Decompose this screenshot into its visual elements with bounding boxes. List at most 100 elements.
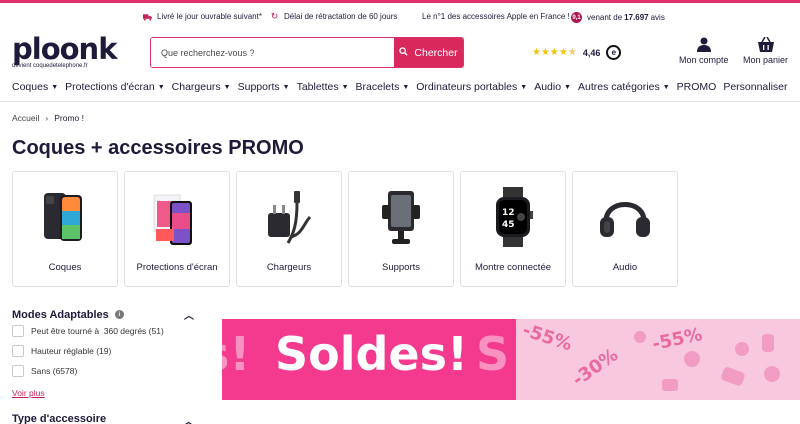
screen-protector-icon bbox=[142, 178, 212, 256]
banner-decoration-icon bbox=[634, 331, 780, 391]
category-label: Audio bbox=[612, 262, 638, 273]
checkbox[interactable] bbox=[12, 365, 24, 377]
nav-label: Personnaliser bbox=[723, 81, 788, 93]
nav-label: Bracelets bbox=[355, 81, 400, 93]
promo-delivery: Livré le jour ouvrable suivant* bbox=[143, 12, 262, 21]
category-tile-supports[interactable]: Supports bbox=[348, 171, 454, 287]
nav-label: Audio bbox=[534, 81, 562, 93]
smartwatch-icon: 12 45 bbox=[478, 178, 548, 256]
chevron-up-icon[interactable]: ︿ bbox=[184, 307, 194, 322]
breadcrumb-chevron-icon: › bbox=[45, 113, 49, 123]
svg-text:45: 45 bbox=[502, 220, 515, 230]
nav-item-bracelets[interactable]: Bracelets ▼ bbox=[356, 81, 410, 93]
chevron-down-icon: ▼ bbox=[520, 83, 528, 91]
page-title: Coques + accessoires PROMO bbox=[12, 137, 304, 159]
charger-icon bbox=[254, 178, 324, 256]
nav-item-personnaliser[interactable]: Personnaliser bbox=[723, 81, 787, 93]
checkbox[interactable] bbox=[12, 345, 24, 357]
nav-label: Autres catégories bbox=[577, 81, 660, 93]
cart-label: Mon panier bbox=[743, 55, 789, 65]
search-bar: Chercher bbox=[150, 37, 464, 68]
filter-option[interactable]: Peut être tourné à 360 degrés (51) bbox=[12, 325, 164, 337]
category-tile-chargeurs[interactable]: Chargeurs bbox=[236, 171, 342, 287]
nav-label: Protections d'écran bbox=[65, 81, 155, 93]
search-icon bbox=[399, 46, 408, 59]
search-input[interactable] bbox=[151, 38, 394, 67]
sale-banner[interactable]: s! Soldes! S -55% -30% -55% bbox=[222, 319, 800, 400]
category-label: Supports bbox=[381, 262, 421, 273]
rating-value: 4,46 bbox=[582, 47, 601, 58]
filter-option-label: Sans (6578) bbox=[31, 366, 78, 376]
nav-item-ordinateurs[interactable]: Ordinateurs portables ▼ bbox=[416, 81, 527, 93]
refresh-icon: ↻ bbox=[270, 11, 279, 21]
banner-ghost-letter: S bbox=[476, 327, 510, 381]
nav-item-promo[interactable]: PROMO bbox=[677, 81, 717, 93]
chevron-down-icon: ▼ bbox=[282, 83, 290, 91]
search-button-label: Chercher bbox=[414, 46, 458, 59]
nav-label: Ordinateurs portables bbox=[416, 81, 518, 93]
chevron-down-icon: ▼ bbox=[157, 83, 165, 91]
logo-name: ploonk bbox=[12, 32, 117, 66]
filter-type-header[interactable]: Type d'accessoire ︿ bbox=[12, 413, 194, 424]
nav-item-autres[interactable]: Autres catégories ▼ bbox=[578, 81, 670, 93]
filter-modes-title: Modes Adaptables bbox=[12, 308, 109, 321]
filter-option-label: Peut être tourné à 360 degrés (51) bbox=[31, 326, 164, 336]
site-logo[interactable]: ploonk devient coquedetelephone.fr bbox=[12, 32, 117, 69]
promo-rank-text: Le n°1 des accessoires Apple en France ! bbox=[422, 12, 570, 21]
filter-option[interactable]: Hauteur réglable (19) bbox=[12, 345, 111, 357]
checkbox[interactable] bbox=[12, 325, 24, 337]
nav-item-protections[interactable]: Protections d'écran ▼ bbox=[65, 81, 165, 93]
category-tile-protections[interactable]: Protections d'écran bbox=[124, 171, 230, 287]
category-tile-audio[interactable]: Audio bbox=[572, 171, 678, 287]
promo-delivery-text: Livré le jour ouvrable suivant* bbox=[157, 12, 262, 21]
nav-item-tablettes[interactable]: Tablettes ▼ bbox=[297, 81, 349, 93]
reviews-text: venant de bbox=[587, 13, 623, 22]
chevron-down-icon: ▼ bbox=[662, 83, 670, 91]
filter-modes-header[interactable]: Modes Adaptables i ︿ bbox=[12, 307, 194, 323]
search-button[interactable]: Chercher bbox=[394, 38, 463, 67]
chevron-down-icon: ▼ bbox=[51, 83, 59, 91]
truck-icon bbox=[143, 12, 152, 21]
account-button[interactable]: Mon compte bbox=[679, 37, 729, 65]
breadcrumb-home[interactable]: Accueil bbox=[12, 113, 39, 123]
user-icon bbox=[696, 37, 711, 52]
category-label: Montre connectée bbox=[474, 262, 552, 273]
filter-type-title: Type d'accessoire bbox=[12, 413, 107, 424]
filter-option[interactable]: Sans (6578) bbox=[12, 365, 77, 377]
phone-case-icon bbox=[30, 178, 100, 256]
chevron-down-icon: ▼ bbox=[223, 83, 231, 91]
nav-label: PROMO bbox=[676, 81, 717, 93]
account-label: Mon compte bbox=[679, 55, 729, 65]
store-rating[interactable]: ★★★★★ 4,46 e bbox=[532, 45, 622, 60]
category-label: Protections d'écran bbox=[136, 262, 218, 273]
cart-button[interactable]: Mon panier bbox=[743, 37, 788, 65]
review-score-badge: 9,1 bbox=[571, 12, 582, 23]
basket-icon bbox=[757, 37, 774, 52]
category-tile-coques[interactable]: Coques bbox=[12, 171, 118, 287]
see-more-link[interactable]: Voir plus bbox=[12, 388, 45, 398]
promo-bar: Livré le jour ouvrable suivant* ↻ Délai … bbox=[0, 3, 800, 31]
headphones-icon bbox=[590, 178, 660, 256]
promo-returns-text: Délai de rétractation de 60 jours bbox=[284, 12, 398, 21]
nav-label: Supports bbox=[237, 81, 280, 93]
nav-item-audio[interactable]: Audio ▼ bbox=[534, 81, 571, 93]
breadcrumb-current: Promo ! bbox=[54, 113, 85, 123]
svg-text:12: 12 bbox=[502, 208, 515, 218]
rating-stars-icon: ★★★★★ bbox=[532, 47, 577, 58]
banner-ghost-letter: s! bbox=[222, 327, 251, 381]
filter-option-label: Hauteur réglable (19) bbox=[31, 346, 112, 356]
info-icon[interactable]: i bbox=[114, 310, 124, 319]
promo-rank: Le n°1 des accessoires Apple en France ! bbox=[422, 12, 570, 21]
nav-label: Chargeurs bbox=[171, 81, 221, 93]
category-label: Chargeurs bbox=[266, 262, 312, 273]
nav-item-chargeurs[interactable]: Chargeurs ▼ bbox=[172, 81, 231, 93]
category-tile-montre[interactable]: 12 45 Montre connectée bbox=[460, 171, 566, 287]
banner-title: Soldes! bbox=[275, 327, 468, 381]
chevron-up-icon[interactable]: ︿ bbox=[183, 413, 194, 424]
nav-item-supports[interactable]: Supports ▼ bbox=[238, 81, 290, 93]
phone-mount-icon bbox=[366, 178, 436, 256]
nav-item-coques[interactable]: Coques ▼ bbox=[12, 81, 58, 93]
chevron-down-icon: ▼ bbox=[341, 83, 349, 91]
promo-reviews[interactable]: 9,1 venant de 17.697 avis bbox=[571, 12, 665, 23]
main-nav: Coques ▼ Protections d'écran ▼ Chargeurs ▼ … bbox=[12, 80, 795, 94]
